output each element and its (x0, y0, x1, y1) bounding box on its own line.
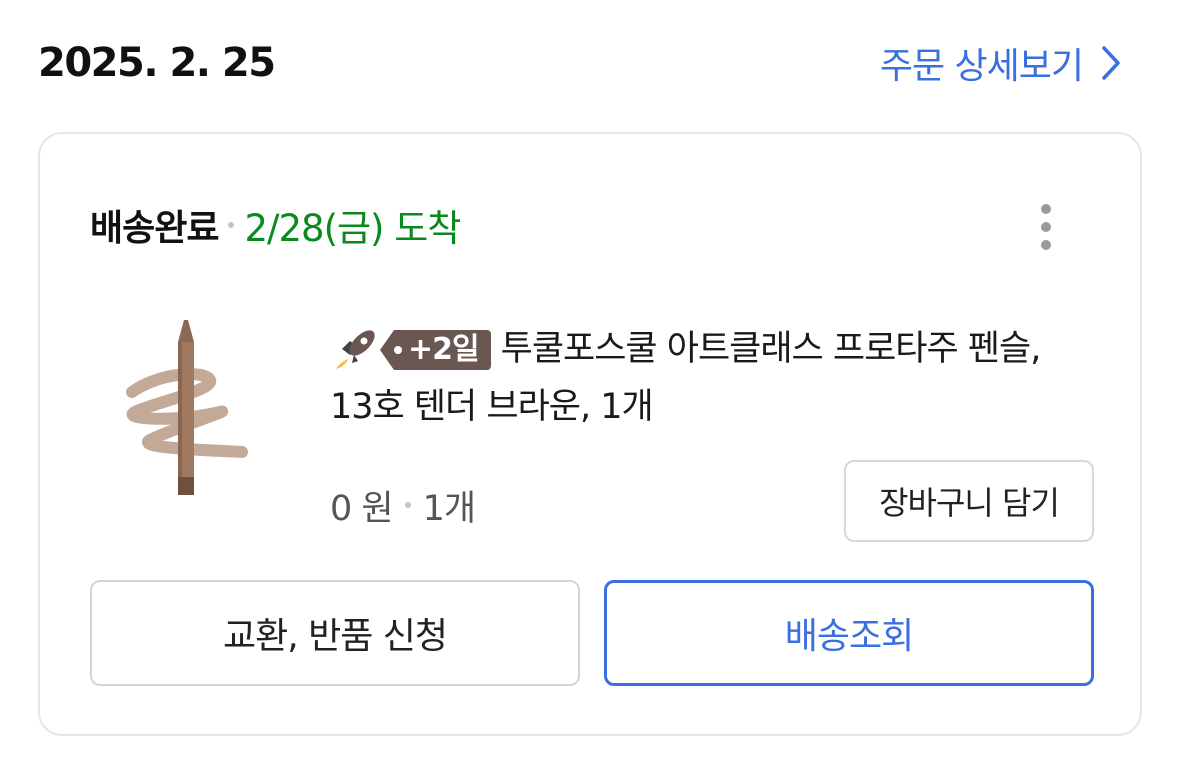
delivery-plus-badge: +2일 (380, 330, 491, 370)
product-thumbnail[interactable] (110, 312, 260, 512)
product-name-line1: 투쿨포스쿨 아트클래스 프로타주 펜슬, (500, 329, 1042, 369)
price-row: 0 원 1개 (330, 480, 476, 530)
order-detail-link[interactable]: 주문 상세보기 (880, 38, 1121, 88)
separator-dot (404, 502, 411, 508)
product-price: 0 원 (330, 488, 394, 529)
arrival-date: 2/28(금) 도착 (244, 207, 461, 250)
order-header: 2025. 2. 25 주문 상세보기 (0, 0, 1179, 130)
exchange-return-button[interactable]: 교환, 반품 신청 (90, 580, 580, 686)
add-to-cart-button[interactable]: 장바구니 담기 (844, 460, 1094, 542)
order-card: 배송완료 2/28(금) 도착 +2일 투쿨포스쿨 아트클래스 프로타주 펜슬,… (38, 132, 1142, 736)
product-info[interactable]: +2일 투쿨포스쿨 아트클래스 프로타주 펜슬, 13호 텐더 브라운, 1개 (330, 320, 1100, 436)
more-vertical-icon[interactable] (1034, 200, 1058, 254)
rocket-icon (330, 325, 380, 375)
delivery-status: 배송완료 (90, 208, 219, 249)
delivery-status-row: 배송완료 2/28(금) 도착 (90, 200, 461, 250)
separator-dot (228, 222, 235, 228)
product-title-line1: +2일 투쿨포스쿨 아트클래스 프로타주 펜슬, (330, 320, 1100, 378)
order-date: 2025. 2. 25 (38, 40, 276, 86)
track-delivery-button[interactable]: 배송조회 (604, 580, 1094, 686)
chevron-right-icon (1101, 45, 1121, 81)
product-name-line2: 13호 텐더 브라운, 1개 (330, 387, 654, 427)
order-detail-label: 주문 상세보기 (879, 46, 1084, 87)
product-quantity: 1개 (422, 488, 476, 529)
